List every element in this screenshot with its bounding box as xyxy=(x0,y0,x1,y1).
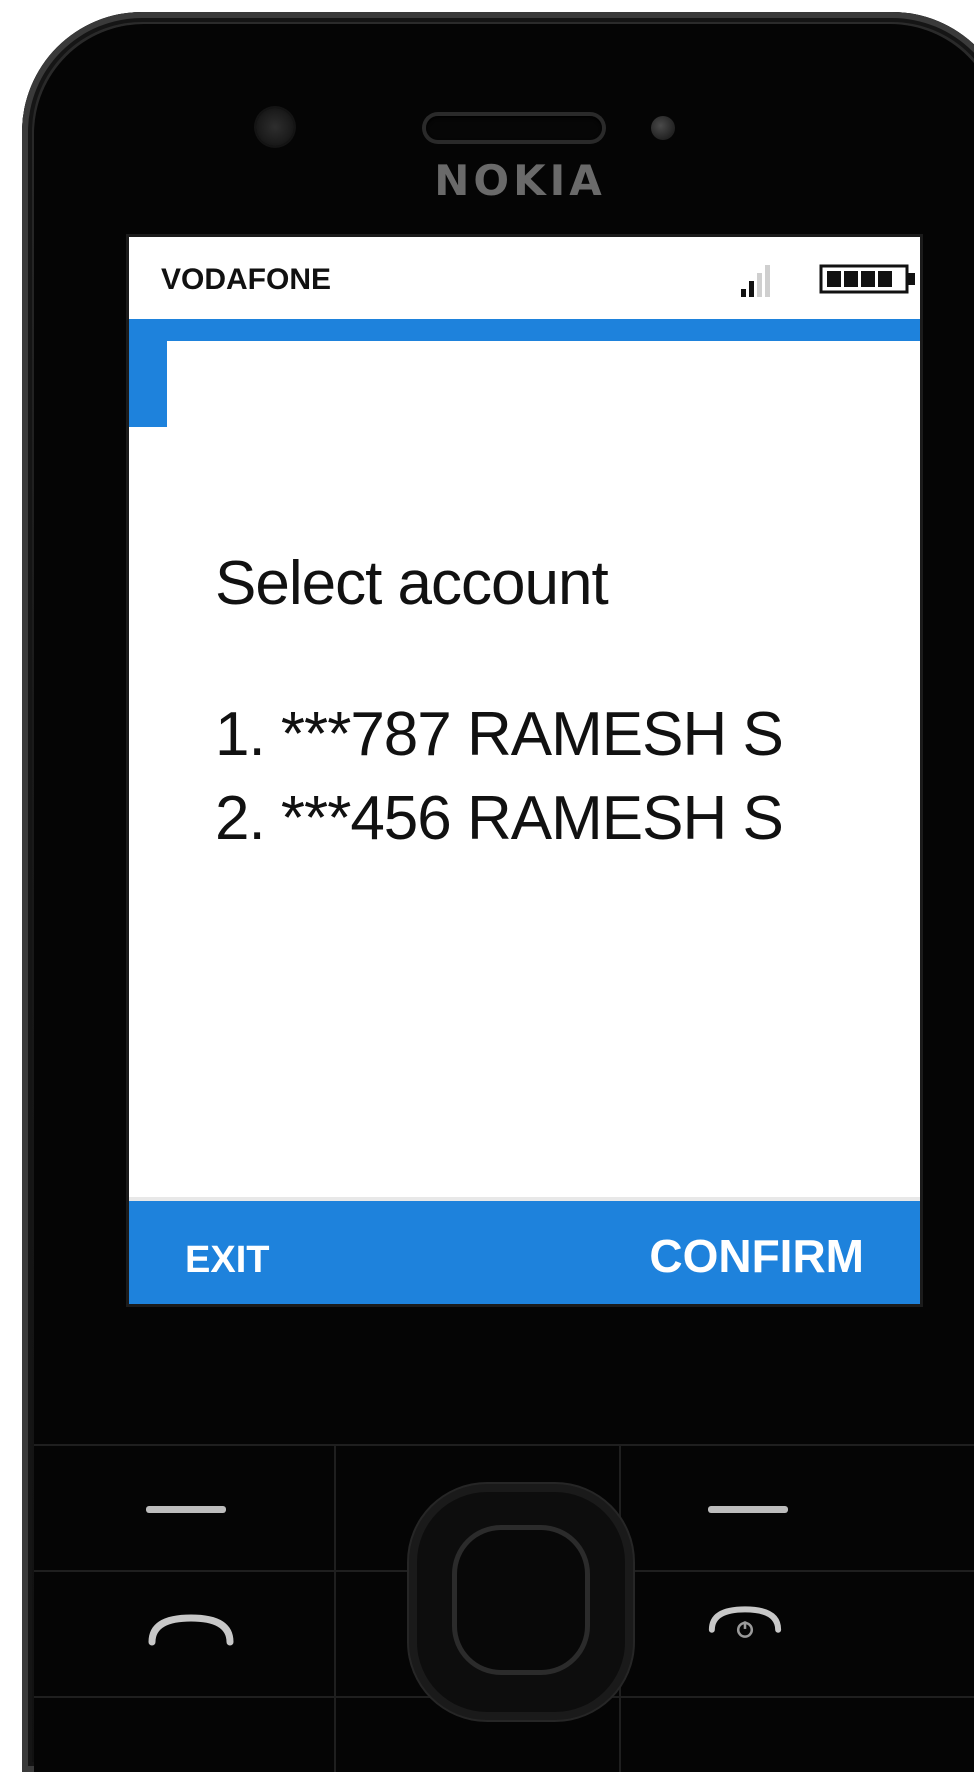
left-softkey-button[interactable] xyxy=(146,1506,226,1513)
ussd-menu: Select account 1. ***787 RAMESH S 2. ***… xyxy=(215,549,880,861)
header-accent-tab xyxy=(129,341,167,427)
keypad-divider xyxy=(34,1444,974,1446)
end-call-power-key-icon[interactable] xyxy=(700,1606,790,1640)
exit-softkey[interactable]: EXIT xyxy=(185,1239,269,1282)
keypad xyxy=(34,1444,974,1772)
proximity-sensor-icon xyxy=(651,116,675,140)
phone-body: NOKIA VODAFONE Select account 1. ***787 … xyxy=(22,12,974,1772)
signal-strength-icon xyxy=(741,265,770,297)
navigation-key[interactable] xyxy=(417,1492,625,1712)
phone-screen: VODAFONE Select account 1. ***787 RAMESH… xyxy=(129,237,920,1304)
softkey-bar: EXIT CONFIRM xyxy=(129,1197,920,1304)
earpiece-icon xyxy=(426,116,602,140)
select-center-key[interactable] xyxy=(457,1530,585,1670)
account-option-2[interactable]: 2. ***456 RAMESH S xyxy=(215,777,880,861)
operator-name: VODAFONE xyxy=(161,263,332,296)
header-accent-bar xyxy=(129,319,920,341)
keypad-divider xyxy=(334,1444,336,1772)
account-option-1[interactable]: 1. ***787 RAMESH S xyxy=(215,693,880,777)
status-bar: VODAFONE xyxy=(129,237,920,319)
front-camera-icon xyxy=(256,108,294,146)
call-key-icon[interactable] xyxy=(146,1612,236,1646)
right-softkey-button[interactable] xyxy=(708,1506,788,1513)
battery-full-icon xyxy=(819,264,915,294)
brand-logo: NOKIA xyxy=(434,156,606,205)
menu-title: Select account xyxy=(215,549,609,618)
confirm-softkey[interactable]: CONFIRM xyxy=(649,1229,864,1283)
phone-bezel: NOKIA VODAFONE Select account 1. ***787 … xyxy=(34,24,974,1772)
